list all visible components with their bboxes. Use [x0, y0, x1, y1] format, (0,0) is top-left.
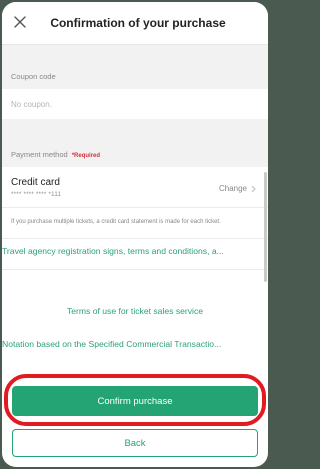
app-screen: Confirmation of your purchase Coupon cod… [2, 2, 268, 467]
payment-method-row[interactable]: Credit card **** **** **** *111 Change [2, 167, 268, 207]
coupon-section-header: Coupon code [2, 45, 268, 89]
payment-section-header: Payment method *Required [2, 119, 268, 167]
header-bar: Confirmation of your purchase [2, 2, 268, 45]
travel-agency-link[interactable]: Travel agency registration signs, terms … [2, 246, 268, 256]
back-button[interactable]: Back [12, 429, 258, 457]
page-title: Confirmation of your purchase [50, 16, 226, 30]
divider [2, 207, 268, 208]
coupon-value: No coupon. [11, 100, 52, 109]
change-button[interactable]: Change [219, 184, 256, 193]
coupon-label: Coupon code [11, 72, 56, 81]
divider [2, 269, 268, 270]
payment-method-title: Payment method [11, 150, 68, 159]
payment-method-name: Credit card [11, 177, 60, 188]
terms-of-use-link[interactable]: Terms of use for ticket sales service [2, 306, 268, 316]
change-label: Change [218, 184, 247, 193]
specified-commercial-link[interactable]: Notation based on the Specified Commerci… [2, 339, 268, 349]
payment-method-label: Payment method *Required [11, 150, 100, 159]
chevron-right-icon [251, 185, 256, 192]
card-number: **** **** **** *111 [11, 192, 62, 198]
scrollbar[interactable] [264, 172, 267, 282]
payment-note: If you purchase multiple tickets, a cred… [11, 219, 221, 225]
coupon-field[interactable]: No coupon. [2, 89, 268, 119]
required-badge: *Required [71, 153, 101, 159]
divider [2, 238, 268, 239]
confirm-purchase-button[interactable]: Confirm purchase [12, 386, 258, 416]
